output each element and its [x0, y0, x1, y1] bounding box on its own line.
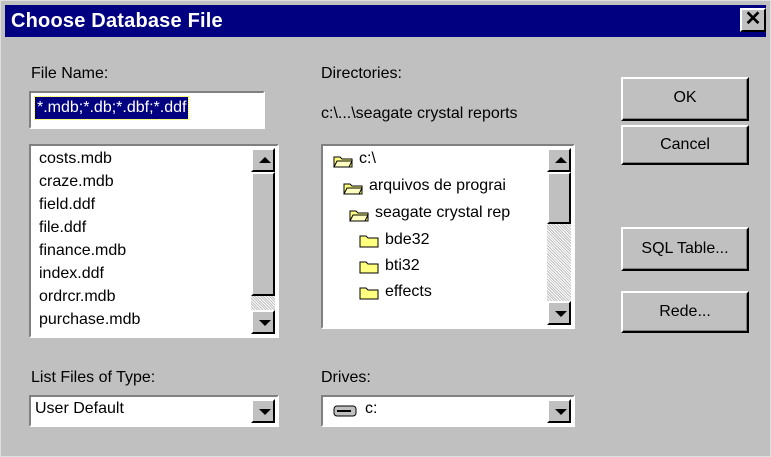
scroll-thumb[interactable]	[251, 172, 275, 296]
ok-button-label: OK	[673, 89, 697, 106]
directory-scrollbar[interactable]	[547, 148, 571, 325]
file-name-value: *.mdb;*.db;*.dbf;*.ddf	[33, 96, 190, 120]
drives-value: c:	[365, 400, 378, 417]
choose-database-file-dialog: Choose Database File ✕ File Name: *.mdb;…	[0, 0, 771, 457]
arrow-down-icon	[259, 320, 271, 326]
folder-icon	[359, 261, 379, 274]
directory-item[interactable]: bde32	[385, 231, 430, 249]
drives-dropdown-button[interactable]	[547, 399, 571, 423]
arrow-up-icon	[555, 157, 567, 163]
close-button[interactable]: ✕	[740, 8, 766, 32]
directory-item[interactable]: arquivos de prograi	[369, 177, 506, 195]
arrow-down-icon	[555, 311, 567, 317]
rede-button-label: Rede...	[659, 303, 711, 320]
file-list-scrollbar[interactable]	[251, 148, 275, 334]
open-folder-icon	[333, 156, 353, 168]
directory-item[interactable]: c:\	[359, 150, 376, 168]
scroll-track[interactable]	[251, 296, 275, 310]
file-name-label: File Name:	[31, 65, 109, 82]
directory-tree[interactable]: c:\ arquivos de prograi seagate crystal …	[321, 144, 575, 329]
file-type-combo[interactable]: User Default	[29, 395, 279, 427]
drive-icon	[333, 405, 357, 417]
list-item[interactable]: purchase.mdb	[39, 311, 140, 329]
current-path: c:\...\seagate crystal reports	[321, 105, 518, 122]
arrow-up-icon	[259, 157, 271, 163]
directory-item[interactable]: effects	[385, 283, 432, 301]
drives-combo[interactable]: c:	[321, 395, 575, 427]
list-item[interactable]: craze.mdb	[39, 173, 114, 191]
file-type-dropdown-button[interactable]	[251, 399, 275, 423]
file-list[interactable]: costs.mdb craze.mdb field.ddf file.ddf f…	[29, 144, 279, 338]
window-title: Choose Database File	[11, 10, 223, 32]
open-folder-icon	[349, 210, 369, 222]
cancel-button[interactable]: Cancel	[621, 125, 749, 165]
sql-table-button[interactable]: SQL Table...	[621, 227, 749, 271]
ok-button[interactable]: OK	[621, 77, 749, 121]
list-item[interactable]: finance.mdb	[39, 242, 126, 260]
cancel-button-label: Cancel	[660, 136, 710, 153]
file-type-value: User Default	[35, 400, 124, 417]
scroll-thumb[interactable]	[547, 172, 571, 224]
scroll-up-button[interactable]	[547, 148, 571, 172]
sql-table-button-label: SQL Table...	[641, 240, 729, 257]
list-item[interactable]: field.ddf	[39, 196, 95, 214]
folder-icon	[359, 287, 379, 300]
scroll-up-button[interactable]	[251, 148, 275, 172]
close-icon: ✕	[744, 8, 762, 30]
list-item[interactable]: index.ddf	[39, 265, 104, 283]
list-item[interactable]: ordrcr.mdb	[39, 288, 115, 306]
directory-item[interactable]: seagate crystal rep	[375, 204, 510, 222]
chevron-down-icon	[555, 409, 567, 415]
title-bar[interactable]: Choose Database File ✕	[5, 5, 766, 37]
folder-icon	[359, 235, 379, 248]
chevron-down-icon	[259, 409, 271, 415]
file-type-label: List Files of Type:	[31, 369, 156, 386]
list-item[interactable]: costs.mdb	[39, 150, 112, 168]
file-name-input[interactable]: *.mdb;*.db;*.dbf;*.ddf	[29, 91, 265, 129]
scroll-down-button[interactable]	[547, 301, 571, 325]
directory-item[interactable]: bti32	[385, 257, 420, 275]
list-item[interactable]: file.ddf	[39, 219, 86, 237]
rede-button[interactable]: Rede...	[621, 291, 749, 333]
drives-label: Drives:	[321, 369, 371, 386]
directories-label: Directories:	[321, 65, 402, 82]
scroll-down-button[interactable]	[251, 310, 275, 334]
open-folder-icon	[343, 183, 363, 195]
